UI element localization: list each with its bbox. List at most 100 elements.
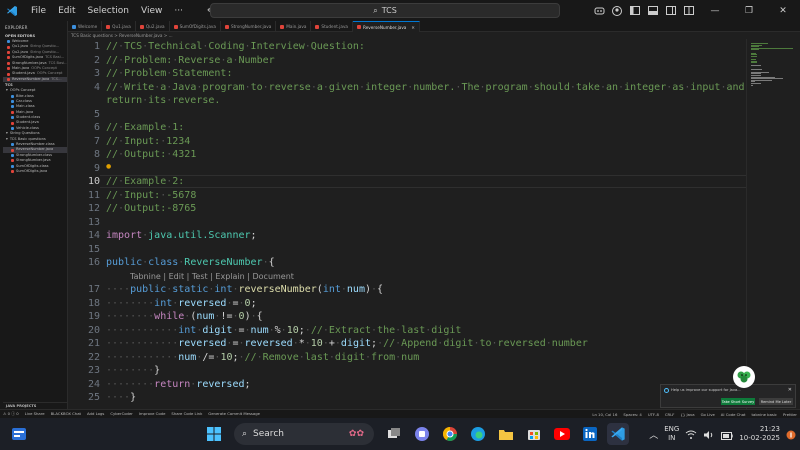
language-indicator[interactable]: ENG IN <box>664 425 679 443</box>
status-item[interactable]: UTF-8 <box>645 412 662 417</box>
line-number: 19 <box>87 311 100 322</box>
code-line: import·java.util.Scanner; <box>106 230 257 241</box>
tab-label: Qu2.java <box>145 24 165 29</box>
line-number: 20 <box>87 324 100 336</box>
status-item[interactable]: Prettier <box>780 412 800 417</box>
file-explorer-icon[interactable] <box>495 423 517 445</box>
code-line: ········return·reversed; <box>106 378 251 390</box>
toggle-secondary-sidebar-icon[interactable] <box>664 4 678 18</box>
code-line: public·class·ReverseNumber·{ <box>106 257 275 268</box>
volume-icon[interactable] <box>703 425 715 444</box>
toggle-panel-icon[interactable] <box>646 4 660 18</box>
clock-time: 21:23 <box>759 425 780 433</box>
tab-file[interactable]: Student.java <box>311 21 353 32</box>
tab-file[interactable]: Main.java <box>276 21 312 32</box>
status-item[interactable]: Spaces: 4 <box>620 412 644 417</box>
java-projects-section[interactable]: JAVA PROJECTS <box>3 402 67 409</box>
minimap[interactable] <box>746 39 800 409</box>
remind-later-button[interactable]: Remind Me Later <box>759 398 793 405</box>
task-view-icon[interactable] <box>383 423 405 445</box>
status-item[interactable]: Ln 10, Col 16 <box>589 412 620 417</box>
status-item[interactable]: Go Live <box>698 412 718 417</box>
status-item[interactable]: AI Code Chat <box>718 412 749 417</box>
breadcrumb[interactable]: TCS Basic questions > ReverseNumber.java… <box>68 32 800 39</box>
widgets-icon[interactable] <box>8 423 30 445</box>
line-number: 9 <box>93 162 100 174</box>
code-line: ········int·reversed·=·0; <box>106 297 257 309</box>
menu-edit[interactable]: Edit <box>52 6 81 16</box>
tree-item-name: SumOfDigits.java <box>16 168 48 173</box>
vscode-taskbar-icon[interactable] <box>607 423 629 445</box>
edge-icon[interactable] <box>467 423 489 445</box>
line-number: 13 <box>87 216 100 228</box>
restore-button[interactable]: ❐ <box>732 0 766 21</box>
status-item[interactable]: {} Java <box>678 412 698 417</box>
code-line: ············num·/=·10;·//·Remove·last·di… <box>106 351 420 363</box>
command-center-search[interactable]: ⌕ TCS <box>210 3 560 18</box>
menu-selection[interactable]: Selection <box>82 6 135 16</box>
tab-file[interactable]: Qu2.java <box>136 21 170 32</box>
file-type-icon <box>7 67 10 71</box>
status-item[interactable]: Live Share <box>22 411 48 417</box>
tray-chevron-icon[interactable]: ︿ <box>649 428 658 441</box>
taskbar-search[interactable]: ⌕ Search ✿✿ <box>234 423 374 445</box>
tab-file[interactable]: ReverseNumber.java ✕ <box>353 21 420 32</box>
notification-badge-icon[interactable] <box>786 425 796 444</box>
open-editor-path: TCS… <box>51 76 62 81</box>
status-item[interactable]: Share Code Link <box>168 411 205 417</box>
toggle-sidebar-icon[interactable] <box>628 4 642 18</box>
code-editor[interactable]: 1 2 3 4 5 6 7 8 9 10 11 12 13 14 15 16 17 18 19 20 21 22 23 24 2… <box>68 39 746 409</box>
tab-file[interactable]: SumOfDigits.java <box>170 21 221 32</box>
teams-icon[interactable] <box>411 423 433 445</box>
code-line: return·its·reverse. <box>106 95 221 106</box>
menu-file[interactable]: File <box>25 6 52 16</box>
linkedin-icon[interactable] <box>579 423 601 445</box>
tab-label: Qu1.java <box>112 24 131 29</box>
chrome-icon[interactable] <box>439 423 461 445</box>
code-line: ····} <box>106 392 137 403</box>
minimize-button[interactable]: — <box>698 0 732 21</box>
code-line: //·Example·1: <box>106 122 185 133</box>
wifi-icon[interactable] <box>685 425 697 444</box>
lightbulb-icon[interactable]: ● <box>106 163 111 170</box>
layout-icon[interactable] <box>682 4 696 18</box>
notification-close-icon[interactable]: ✕ <box>788 387 792 393</box>
account-icon[interactable] <box>610 4 624 18</box>
status-item[interactable]: Add Logs <box>84 411 107 417</box>
take-survey-button[interactable]: Take Short Survey <box>721 398 755 405</box>
status-item[interactable]: Generate Commit Message <box>205 411 263 417</box>
language-code: ENG <box>664 425 680 433</box>
status-item[interactable]: ⚠ 0 ⓘ 0 <box>0 411 22 417</box>
windows-start-icon[interactable] <box>203 423 225 445</box>
codelens-actions[interactable]: Tabnine | Edit | Test | Explain | Docume… <box>130 271 294 282</box>
close-window-button[interactable]: ✕ <box>766 0 800 21</box>
tab-file[interactable]: Welcome <box>68 21 103 32</box>
status-item[interactable]: BLACKBOX Chat <box>48 411 84 417</box>
tab-file[interactable]: StrongNumber.java <box>221 21 277 32</box>
copilot-icon[interactable] <box>592 4 606 18</box>
battery-icon[interactable] <box>721 425 734 444</box>
tab-close-icon[interactable]: ✕ <box>411 25 415 30</box>
current-line-highlight <box>100 175 746 188</box>
file-type-icon <box>11 110 14 114</box>
tab-file[interactable]: Qu1.java <box>102 21 136 32</box>
youtube-icon[interactable] <box>551 423 573 445</box>
minimap-line <box>751 68 763 70</box>
status-item[interactable]: tabnine basic <box>749 412 781 417</box>
tree-file[interactable]: SumOfDigits.java <box>3 169 67 174</box>
java-file-icon <box>106 24 111 29</box>
code-line: ····public·static·int·reverseNumber(int·… <box>106 284 384 295</box>
menu-more[interactable]: ··· <box>168 6 189 16</box>
code-line: ········while·(num·!=·0)·{ <box>106 311 263 322</box>
status-item[interactable]: Improve Code <box>136 411 169 417</box>
file-type-icon <box>7 40 10 44</box>
code-line: //·Write·a·Java·program·to·reverse·a·giv… <box>106 81 745 93</box>
line-number: 3 <box>93 68 100 79</box>
system-clock[interactable]: 21:23 10-02-2025 <box>739 425 780 443</box>
status-item[interactable]: CRLF <box>662 412 678 417</box>
line-number: 23 <box>87 365 100 376</box>
store-icon[interactable] <box>523 423 545 445</box>
tab-label: ReverseNumber.java <box>363 24 407 30</box>
menu-view[interactable]: View <box>135 6 168 16</box>
status-item[interactable]: CyberCoder <box>107 411 136 417</box>
